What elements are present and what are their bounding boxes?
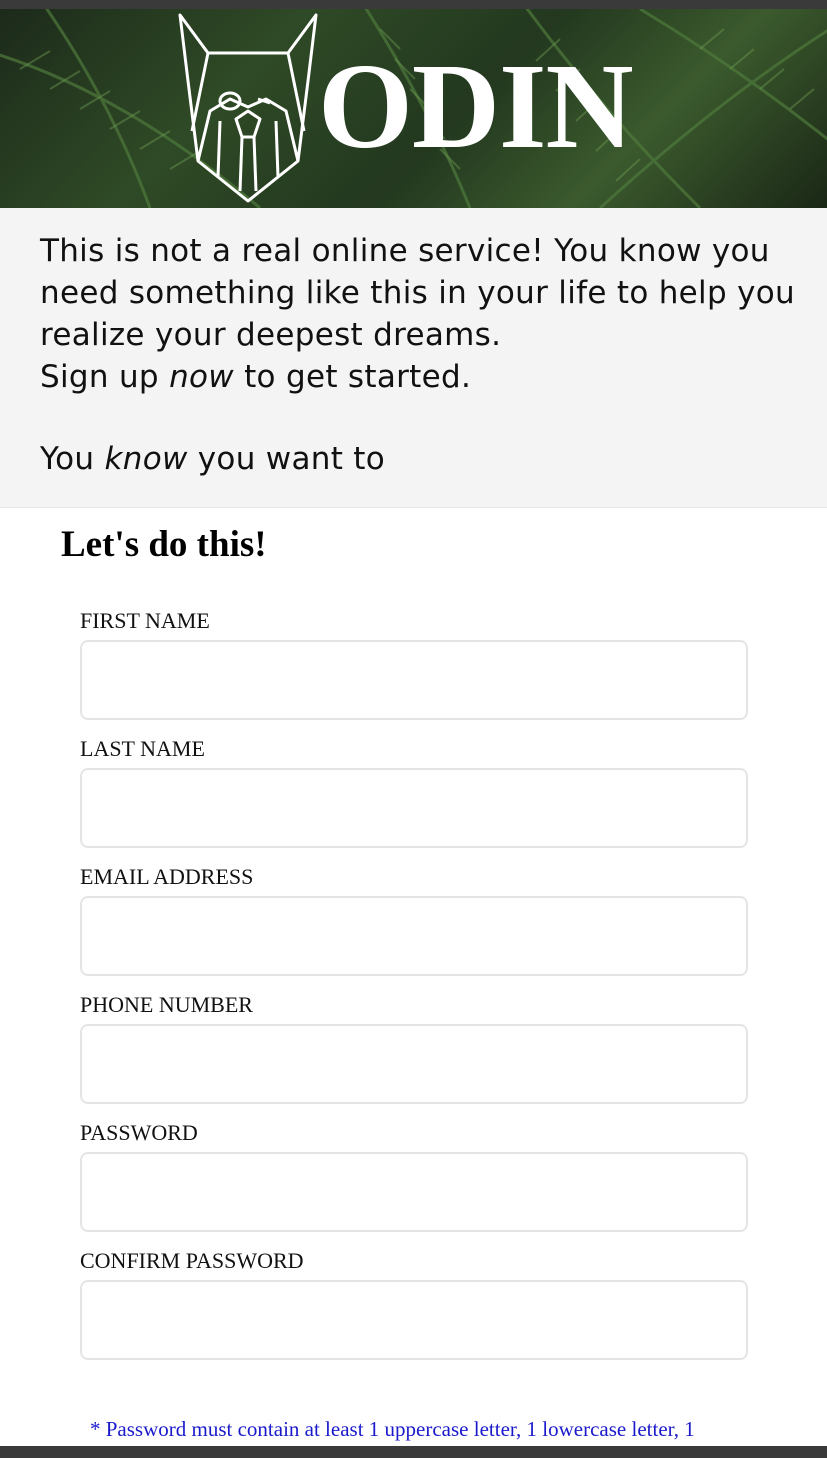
viking-bearded-face-icon: [178, 13, 318, 203]
intro-line-signup: Sign up now to get started.: [40, 356, 810, 398]
intro-signup-prefix: Sign up: [40, 359, 170, 395]
intro-know-prefix: You: [40, 441, 105, 477]
intro-know-emphasis: know: [104, 441, 188, 477]
email-input[interactable]: [80, 896, 748, 976]
intro-signup-emphasis: now: [169, 359, 234, 395]
phone-label: PHONE NUMBER: [80, 992, 253, 1017]
hero-banner: ODIN: [0, 9, 827, 208]
password-label: PASSWORD: [80, 1120, 198, 1145]
intro-section: This is not a real online service! You k…: [0, 208, 827, 508]
confirm-password-field: CONFIRM PASSWORD: [80, 1248, 748, 1360]
first-name-input[interactable]: [80, 640, 748, 720]
intro-spacer: [40, 398, 810, 438]
brand-name: ODIN: [318, 39, 634, 174]
window-bottom-edge: [0, 1446, 827, 1458]
confirm-password-input[interactable]: [80, 1280, 748, 1360]
password-field: PASSWORD: [80, 1120, 748, 1232]
last-name-field: LAST NAME: [80, 736, 748, 848]
last-name-input[interactable]: [80, 768, 748, 848]
last-name-label: LAST NAME: [80, 736, 205, 761]
phone-field: PHONE NUMBER: [80, 992, 748, 1104]
first-name-label: FIRST NAME: [80, 608, 210, 633]
phone-input[interactable]: [80, 1024, 748, 1104]
intro-line-know: You know you want to: [40, 438, 810, 480]
email-field: EMAIL ADDRESS: [80, 864, 748, 976]
confirm-password-label: CONFIRM PASSWORD: [80, 1248, 304, 1273]
window-top-edge: [0, 0, 827, 9]
email-label: EMAIL ADDRESS: [80, 864, 254, 889]
intro-know-suffix: you want to: [187, 441, 386, 477]
password-requirements-note: * Password must contain at least 1 upper…: [90, 1417, 695, 1441]
intro-line-disclaimer: This is not a real online service! You k…: [40, 233, 795, 353]
form-title: Let's do this!: [61, 524, 267, 565]
first-name-field: FIRST NAME: [80, 608, 748, 720]
intro-signup-suffix: to get started.: [233, 359, 472, 395]
intro-text: This is not a real online service! You k…: [40, 230, 810, 480]
password-input[interactable]: [80, 1152, 748, 1232]
